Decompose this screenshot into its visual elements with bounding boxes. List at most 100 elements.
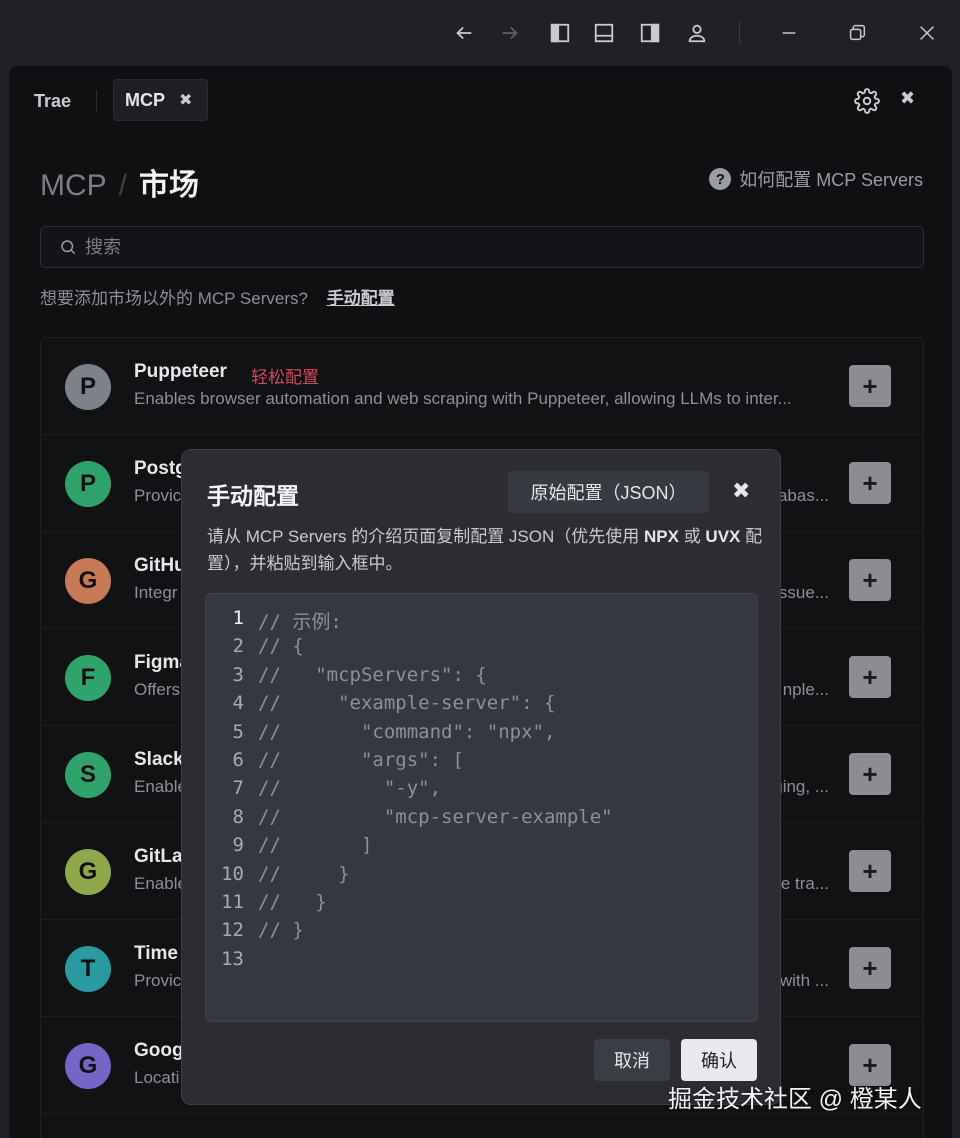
code-text: // } (258, 862, 350, 885)
server-description-tail: with ... (779, 971, 829, 990)
titlebar-divider (739, 22, 740, 44)
dialog-close-icon[interactable]: ✖ (732, 478, 750, 504)
line-number: 8 (232, 805, 244, 828)
easy-config-tag: 轻松配置 (251, 368, 319, 387)
line-number: 5 (232, 720, 244, 743)
confirm-button[interactable]: 确认 (681, 1039, 757, 1081)
server-name: Goog (134, 1040, 184, 1061)
panel-close-icon[interactable]: ✖ (900, 88, 915, 109)
add-server-button[interactable]: + (849, 365, 891, 407)
server-avatar: P (65, 364, 111, 410)
server-description: Enables browser automation and web scrap… (134, 389, 792, 408)
add-server-button[interactable]: + (849, 462, 891, 504)
panel-bottom-icon[interactable] (591, 20, 617, 46)
tab-trae[interactable]: Trae (34, 91, 71, 112)
json-editor[interactable]: 1 // 示例: 2 // {3 // "mcpServers": {4 // "exam… (205, 593, 758, 1022)
server-avatar: S (65, 752, 111, 798)
code-text: // } (258, 919, 304, 942)
add-server-button[interactable]: + (849, 753, 891, 795)
line-number: 11 (221, 890, 244, 913)
code-text: // "example-server": { (258, 692, 556, 715)
line-number: 9 (232, 834, 244, 857)
panel-left-icon[interactable] (547, 20, 573, 46)
code-text: // "command": "npx", (258, 720, 556, 743)
cancel-button[interactable]: 取消 (594, 1039, 670, 1081)
dialog-description: 请从 MCP Servers 的介绍页面复制配置 JSON（优先使用 NPX 或… (207, 523, 767, 577)
code-text: // "mcp-server-example" (258, 805, 613, 828)
code-line: 6 // "args": [ (206, 749, 757, 777)
account-icon[interactable] (684, 20, 710, 46)
tab-close-icon[interactable]: ✖ (179, 90, 192, 110)
dialog-desc-npx: NPX (644, 527, 679, 546)
restore-icon[interactable] (844, 20, 870, 46)
server-name: GitLal (134, 846, 188, 867)
add-server-button[interactable]: + (849, 850, 891, 892)
line-number: 1 (232, 607, 244, 629)
code-line: 13 (206, 948, 757, 976)
minimize-icon[interactable] (776, 20, 802, 46)
server-description-tail: nple... (782, 680, 829, 699)
code-line: 10 // } (206, 863, 757, 891)
page-title: 市场 (139, 169, 200, 202)
forward-arrow-icon[interactable] (497, 20, 523, 46)
code-line: 12 // } (206, 919, 757, 947)
code-text: // ] (258, 834, 373, 857)
line-number: 13 (221, 947, 244, 970)
server-row[interactable]: P Puppeteer 轻松配置 Enables browser automation… (41, 338, 923, 435)
manual-config-link[interactable]: 手动配置 (327, 289, 395, 308)
dialog-title: 手动配置 (207, 483, 299, 509)
manual-config-dialog: 手动配置 原始配置（JSON） ✖ 请从 MCP Servers 的介绍页面复制… (181, 449, 781, 1105)
title-bar (0, 0, 960, 66)
add-server-button[interactable]: + (849, 947, 891, 989)
code-text: // "-y", (258, 777, 442, 800)
line-number: 6 (232, 748, 244, 771)
dialog-desc-uvx: UVX (705, 527, 741, 546)
server-name: GitHu (134, 555, 186, 576)
line-number: 10 (221, 862, 244, 885)
server-description-tail: ging, ... (773, 777, 829, 796)
server-description-tail: e tra... (780, 874, 829, 893)
code-line: 7 // "-y", (206, 777, 757, 805)
code-line: 1 // 示例: (206, 607, 757, 635)
server-avatar: T (65, 946, 111, 992)
tab-divider (96, 90, 97, 112)
line-number: 4 (232, 692, 244, 715)
server-name: Time (134, 943, 179, 964)
back-arrow-icon[interactable] (451, 20, 477, 46)
gear-icon[interactable] (854, 88, 880, 114)
breadcrumb-parent[interactable]: MCP (40, 169, 107, 203)
server-avatar: F (65, 655, 111, 701)
line-number: 2 (232, 635, 244, 658)
line-number: 12 (221, 919, 244, 942)
tab-mcp[interactable]: MCP ✖ (113, 79, 208, 121)
manual-config-prompt: 想要添加市场以外的 MCP Servers? (40, 289, 308, 308)
watermark: 掘金技术社区 @ 橙某人 (668, 1086, 922, 1113)
close-icon[interactable] (914, 20, 940, 46)
help-icon: ? (709, 168, 732, 190)
manual-config-hint: 想要添加市场以外的 MCP Servers? 手动配置 (40, 284, 395, 309)
server-avatar: P (65, 461, 111, 507)
add-server-button[interactable]: + (849, 559, 891, 601)
search-input[interactable] (85, 236, 885, 258)
server-name: Puppeteer (134, 361, 227, 382)
code-text: // 示例: (258, 611, 342, 633)
code-line: 3 // "mcpServers": { (206, 664, 757, 692)
search-box[interactable] (40, 226, 924, 268)
code-line: 4 // "example-server": { (206, 692, 757, 720)
server-name: Slack (134, 749, 184, 770)
server-description-tail: abas... (777, 486, 829, 505)
code-text: // } (258, 890, 327, 913)
breadcrumb: MCP / 市场 (40, 160, 199, 204)
code-text: // "args": [ (258, 748, 464, 771)
tab-mcp-label: MCP (125, 89, 165, 110)
code-text: // "mcpServers": { (258, 663, 487, 686)
breadcrumb-separator: / (118, 169, 128, 202)
tab-bar: Trae MCP ✖ ✖ (9, 66, 952, 134)
raw-json-button[interactable]: 原始配置（JSON） (508, 471, 709, 513)
panel-right-icon[interactable] (637, 20, 663, 46)
code-line: 11 // } (206, 891, 757, 919)
code-line: 2 // { (206, 635, 757, 663)
dialog-desc-or: 或 (678, 527, 706, 546)
help-link[interactable]: ? 如何配置 MCP Servers (709, 166, 923, 192)
add-server-button[interactable]: + (849, 656, 891, 698)
